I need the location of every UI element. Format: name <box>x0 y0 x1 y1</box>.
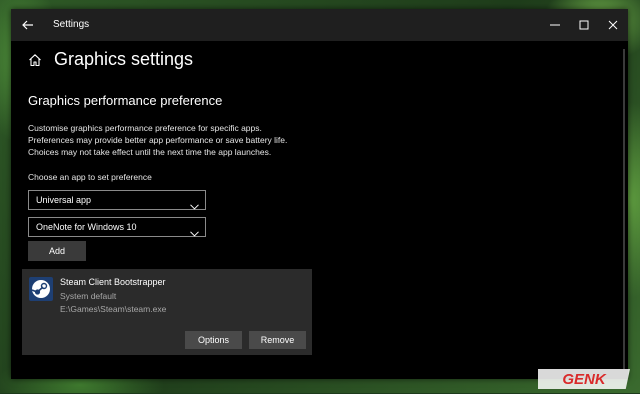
choose-app-label: Choose an app to set preference <box>28 172 152 182</box>
settings-window: Settings Graphics settings Graphics perf… <box>11 9 628 379</box>
genk-watermark-logo: GENK <box>533 369 630 389</box>
description-line: Customise graphics performance preferenc… <box>28 123 262 133</box>
app-preference: System default <box>60 291 117 301</box>
add-button[interactable]: Add <box>28 241 86 261</box>
window-title: Settings <box>53 19 90 30</box>
section-title: Graphics performance preference <box>28 93 223 108</box>
chevron-down-icon <box>190 197 199 210</box>
back-arrow-icon[interactable] <box>19 16 37 34</box>
app-name: Steam Client Bootstrapper <box>60 277 166 287</box>
app-path: E:\Games\Steam\steam.exe <box>60 304 167 314</box>
options-button[interactable]: Options <box>185 331 242 349</box>
home-icon[interactable] <box>28 53 42 67</box>
watermark-text: GENK <box>562 371 607 388</box>
description-line: Preferences may provide better app perfo… <box>28 135 288 145</box>
section-description: Customise graphics performance preferenc… <box>28 122 348 158</box>
app-dropdown-value: OneNote for Windows 10 <box>36 222 137 232</box>
scrollbar[interactable] <box>623 49 625 369</box>
app-type-dropdown-value: Universal app <box>36 195 92 205</box>
steam-icon <box>29 277 53 301</box>
page-title: Graphics settings <box>54 49 194 69</box>
app-dropdown[interactable]: OneNote for Windows 10 <box>28 217 206 237</box>
description-line: Choices may not take effect until the ne… <box>28 147 272 157</box>
maximize-icon[interactable] <box>574 15 594 35</box>
chevron-down-icon <box>190 224 199 237</box>
close-icon[interactable] <box>603 15 623 35</box>
app-type-dropdown[interactable]: Universal app <box>28 190 206 210</box>
remove-button[interactable]: Remove <box>249 331 306 349</box>
app-list-item[interactable]: Steam Client Bootstrapper System default… <box>22 269 312 355</box>
title-bar: Settings <box>11 9 628 41</box>
minimize-icon[interactable] <box>545 15 565 35</box>
